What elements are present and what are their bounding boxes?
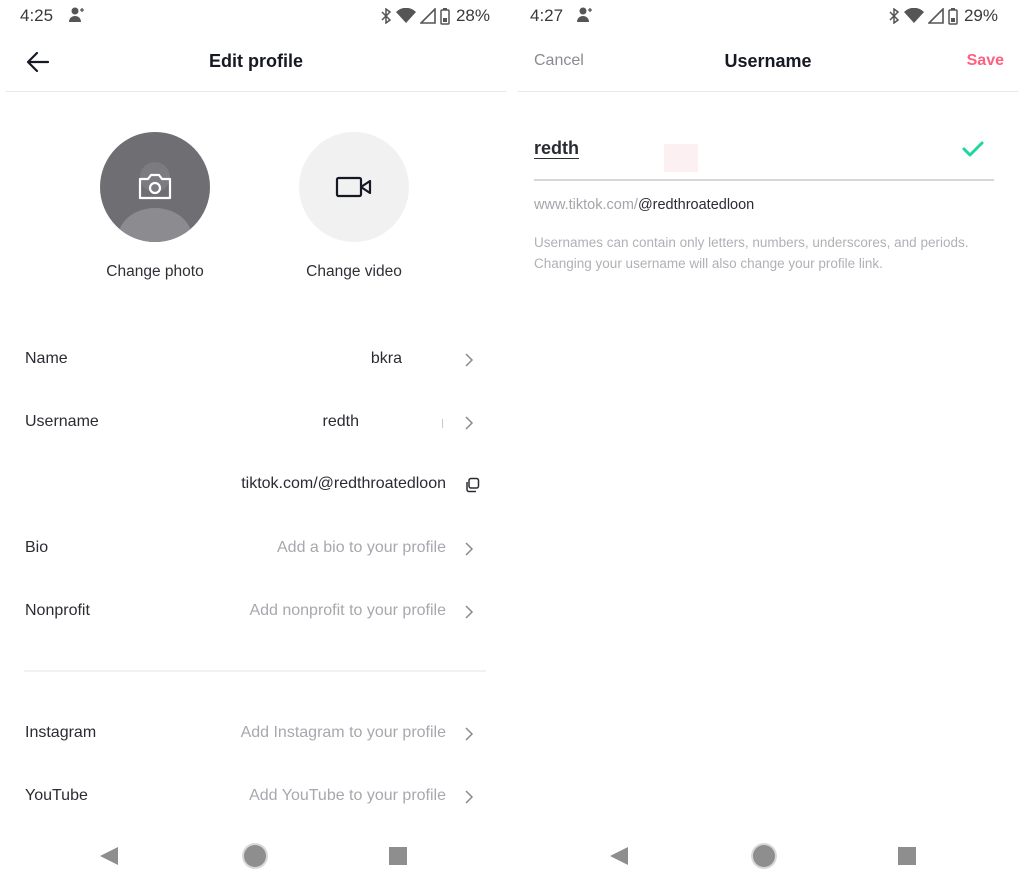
profile-url-prefix: www.tiktok.com/ bbox=[534, 197, 638, 213]
name-value: bkrа bbox=[370, 350, 402, 367]
copy-icon[interactable] bbox=[464, 477, 480, 493]
text-cursor bbox=[442, 419, 443, 428]
add-person-icon bbox=[577, 7, 592, 22]
signal-icon bbox=[927, 8, 944, 24]
video-camera-icon bbox=[335, 176, 372, 198]
profile-link-row[interactable]: tiktok.com/@redthroatedloon bbox=[0, 465, 512, 505]
nonprofit-label: Nonprofit bbox=[25, 602, 90, 619]
page-title: Edit profile bbox=[209, 51, 303, 71]
chevron-right-icon bbox=[465, 542, 474, 556]
instagram-placeholder: Add Instagram to your profile bbox=[240, 724, 446, 741]
status-bar: 4:27 29% bbox=[512, 0, 1024, 34]
username-label: Username bbox=[25, 413, 99, 430]
nonprofit-placeholder: Add nonprofit to your profile bbox=[249, 602, 446, 619]
input-highlight bbox=[664, 144, 698, 172]
checkmark-icon bbox=[962, 141, 984, 157]
section-divider bbox=[24, 670, 486, 672]
status-time: 4:27 bbox=[530, 6, 564, 25]
save-button[interactable]: Save bbox=[967, 52, 1004, 70]
bio-row[interactable]: Bio Add a bio to your profile bbox=[0, 529, 512, 569]
change-photo-label[interactable]: Change photo bbox=[75, 263, 235, 281]
bio-label: Bio bbox=[25, 539, 49, 556]
header: Cancel Username Save bbox=[518, 34, 1018, 92]
wifi-icon bbox=[903, 8, 924, 23]
username-input[interactable]: redth bbox=[534, 128, 994, 181]
bio-placeholder: Add a bio to your profile bbox=[277, 539, 446, 556]
change-video-button[interactable] bbox=[299, 132, 409, 242]
battery-percent: 29% bbox=[963, 6, 998, 25]
chevron-right-icon bbox=[465, 605, 474, 619]
change-photo-button[interactable] bbox=[100, 132, 210, 242]
nonprofit-row[interactable]: Nonprofit Add nonprofit to your profile bbox=[0, 592, 512, 632]
status-icons: 29% bbox=[888, 6, 998, 26]
bluetooth-icon bbox=[381, 8, 392, 24]
system-home-icon[interactable] bbox=[753, 845, 775, 867]
name-row[interactable]: Name bkrа bbox=[0, 340, 512, 380]
status-time: 4:25 bbox=[20, 6, 54, 25]
username-hint: Usernames can contain only letters, numb… bbox=[534, 235, 969, 271]
instagram-row[interactable]: Instagram Add Instagram to your profile bbox=[0, 714, 512, 754]
status-bar: 4:25 28% bbox=[0, 0, 512, 34]
profile-link-value: tiktok.com/@redthroatedloon bbox=[241, 475, 446, 492]
change-video-label[interactable]: Change video bbox=[274, 263, 434, 281]
system-nav-bar bbox=[0, 821, 512, 891]
profile-url: www.tiktok.com/@redthroatedloon bbox=[534, 197, 754, 213]
name-label: Name bbox=[25, 350, 68, 367]
system-back-icon[interactable] bbox=[610, 847, 628, 865]
chevron-right-icon bbox=[465, 416, 474, 430]
youtube-label: YouTube bbox=[25, 787, 88, 804]
chevron-right-icon bbox=[465, 353, 474, 367]
system-recents-icon[interactable] bbox=[898, 847, 916, 865]
edit-profile-screen: 4:25 28% Edit profile Change photo Chang… bbox=[0, 0, 512, 891]
add-person-icon bbox=[69, 7, 84, 22]
battery-percent: 28% bbox=[455, 6, 490, 25]
page-title: Username bbox=[724, 51, 812, 71]
chevron-right-icon bbox=[465, 790, 474, 804]
signal-icon bbox=[419, 8, 436, 24]
wifi-icon bbox=[395, 8, 416, 23]
instagram-label: Instagram bbox=[25, 724, 97, 741]
battery-icon bbox=[440, 7, 450, 25]
camera-icon bbox=[138, 173, 172, 200]
profile-url-handle: @redthroatedloon bbox=[637, 197, 755, 213]
bluetooth-icon bbox=[889, 8, 900, 24]
system-nav-bar bbox=[512, 821, 1024, 891]
status-icons: 28% bbox=[380, 6, 490, 26]
youtube-row[interactable]: YouTube Add YouTube to your profile bbox=[0, 777, 512, 817]
system-back-icon[interactable] bbox=[100, 847, 118, 865]
username-screen: 4:27 29% Cancel Username Save redth www.… bbox=[512, 0, 1024, 891]
username-value: redth bbox=[322, 413, 359, 430]
battery-icon bbox=[948, 7, 958, 25]
chevron-right-icon bbox=[465, 727, 474, 741]
system-recents-icon[interactable] bbox=[389, 847, 407, 865]
username-input-value: redth bbox=[534, 138, 579, 158]
youtube-placeholder: Add YouTube to your profile bbox=[249, 787, 446, 804]
avatar-body bbox=[118, 208, 192, 242]
system-home-icon[interactable] bbox=[244, 845, 266, 867]
username-row[interactable]: Username redth bbox=[0, 403, 512, 443]
header: Edit profile bbox=[6, 34, 506, 92]
